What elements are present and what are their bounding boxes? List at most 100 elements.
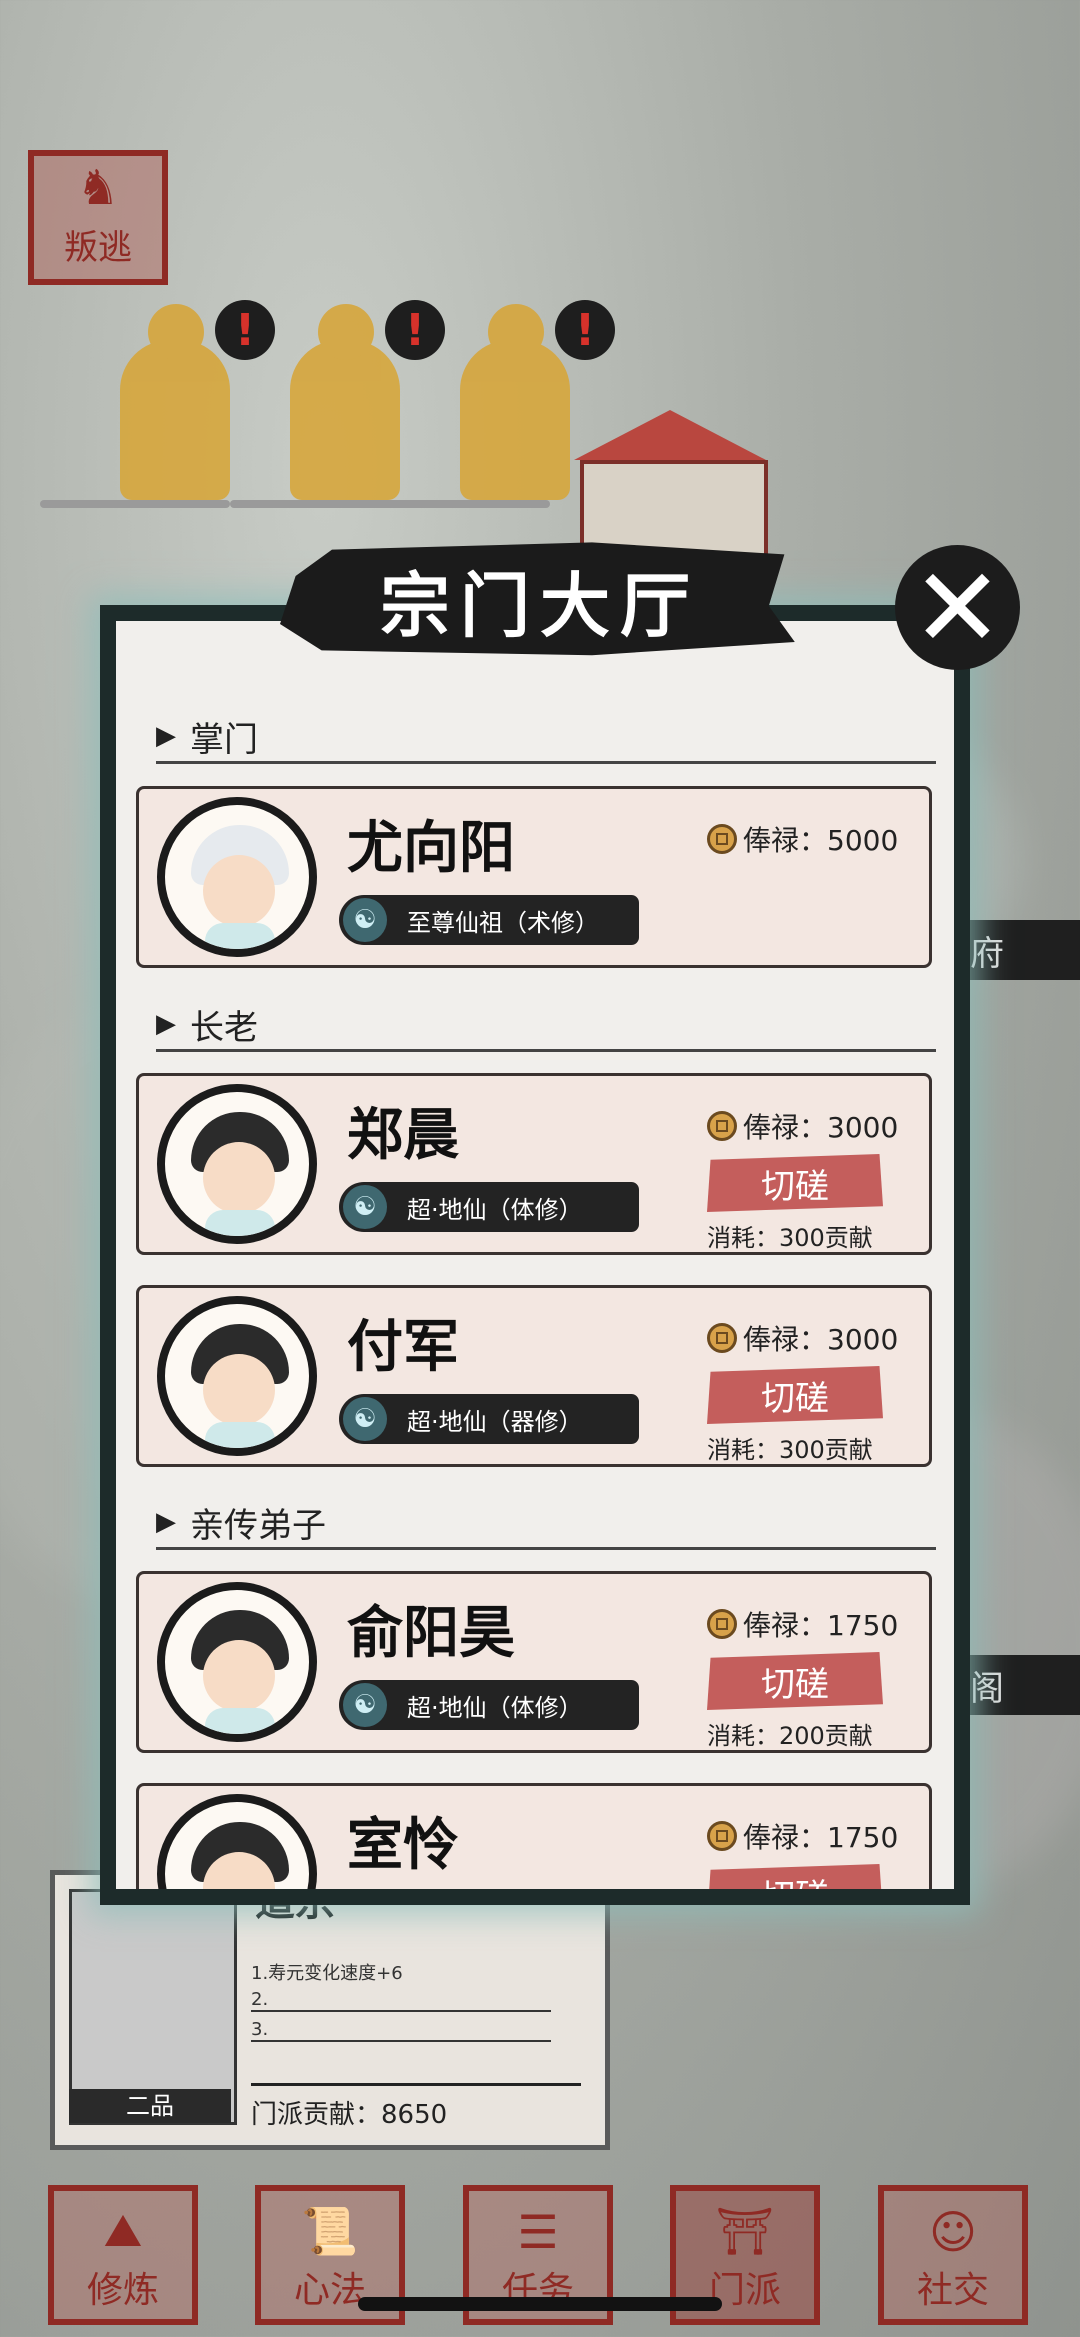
member-name: 郑晨 — [347, 1103, 459, 1168]
coin-icon — [707, 1821, 737, 1851]
avatar-body — [205, 1708, 275, 1734]
close-icon: ✕ — [911, 543, 1004, 672]
sword-decoration — [400, 500, 550, 508]
spar-button[interactable]: 切磋 — [707, 1366, 883, 1424]
realm-badge: ☯ 超·地仙（体修） — [339, 1182, 639, 1232]
salary: 俸禄：3000 — [707, 1106, 898, 1146]
defect-label: 叛逃 — [64, 228, 132, 268]
member-name: 付军 — [347, 1315, 459, 1380]
avatar-body — [205, 923, 275, 949]
meditation-icon: ☯ — [343, 1397, 387, 1441]
scroll-icon: 📜 — [301, 2204, 359, 2258]
member-card[interactable]: 付军 ☯ 超·地仙（器修） 俸禄：3000 切磋 消耗：300贡献 — [136, 1285, 932, 1467]
salary: 俸禄：1750 — [707, 1604, 898, 1644]
avatar-face — [203, 1142, 275, 1214]
sect-bonus-line: 2. — [251, 1989, 551, 2012]
defect-button[interactable]: ♞ 叛逃 — [28, 150, 168, 285]
salary: 俸禄：5000 — [707, 819, 898, 859]
member-card[interactable]: 俞阳昊 ☯ 超·地仙（体修） 俸禄：1750 切磋 消耗：200贡献 — [136, 1571, 932, 1753]
sect-grade: 二品 — [69, 2089, 231, 2123]
avatar-body — [205, 1210, 275, 1236]
spar-button[interactable]: 切磋 — [707, 1154, 883, 1212]
member-card[interactable]: 郑晨 ☯ 超·地仙（体修） 俸禄：3000 切磋 消耗：300贡献 — [136, 1073, 932, 1255]
alert-icon: ! — [385, 300, 445, 360]
sect-hall-modal: ▶ 掌门 尤向阳 ☯ 至尊仙祖（术修） 俸禄：5000 ▶ 长老 郑晨 ☯ 超·… — [100, 605, 970, 1905]
people-icon: ☺ — [929, 2205, 977, 2259]
section-header-elders: ▶ 长老 — [156, 999, 936, 1052]
gate-icon: ⛩ — [715, 2204, 775, 2258]
section-title: 亲传弟子 — [190, 1505, 326, 1546]
home-indicator[interactable] — [358, 2297, 722, 2311]
sword-decoration — [40, 500, 230, 508]
salary-label: 俸禄：1750 — [743, 1609, 899, 1642]
sect-contribution: 门派贡献：8650 — [251, 2083, 581, 2131]
coin-icon — [707, 1111, 737, 1141]
realm-badge: ☯ 超·地仙（体修） — [339, 1680, 639, 1730]
alert-icon: ! — [555, 300, 615, 360]
avatar-face — [203, 1640, 275, 1712]
salary: 俸禄：1750 — [707, 1816, 898, 1856]
section-title: 掌门 — [190, 719, 258, 760]
spar-button[interactable]: 切磋 — [707, 1652, 883, 1710]
modal-title-banner: 宗门大厅 — [280, 540, 800, 660]
member-list[interactable]: ▶ 掌门 尤向阳 ☯ 至尊仙祖（术修） 俸禄：5000 ▶ 长老 郑晨 ☯ 超·… — [116, 621, 954, 1889]
temple-roof — [574, 410, 766, 460]
section-title: 长老 — [190, 1007, 258, 1048]
meditation-icon: ☯ — [343, 1185, 387, 1229]
coin-icon — [707, 1609, 737, 1639]
realm-badge: ☯ 超·地仙（器修） — [339, 1394, 639, 1444]
spar-cost: 消耗：300贡献 — [707, 1436, 873, 1464]
avatar[interactable] — [157, 1084, 317, 1244]
spar-button[interactable]: 切磋 — [707, 1864, 883, 1889]
nav-social[interactable]: ☺ 社交 — [878, 2185, 1028, 2325]
modal-title: 宗门大厅 — [380, 563, 700, 647]
realm-badge: ☯ 至尊仙祖（术修） — [339, 895, 639, 945]
nav-label: 修炼 — [86, 2270, 159, 2311]
avatar-face — [203, 855, 275, 927]
member-card[interactable]: 室怜 俸禄：1750 切磋 — [136, 1783, 932, 1889]
avatar-body — [205, 1422, 275, 1448]
member-name: 室怜 — [347, 1813, 459, 1878]
runner-icon: ♞ — [76, 160, 120, 216]
triangle-icon: ▶ — [156, 1507, 176, 1537]
side-label-pavilion[interactable]: 阁 — [960, 1655, 1080, 1715]
nav-cultivate[interactable]: ⛰ 修炼 — [48, 2185, 198, 2325]
alert-icon: ! — [215, 300, 275, 360]
salary-label: 俸禄：5000 — [743, 824, 899, 857]
avatar[interactable] — [157, 1582, 317, 1742]
triangle-icon: ▶ — [156, 1009, 176, 1039]
meditation-icon: ☯ — [343, 1683, 387, 1727]
salary: 俸禄：3000 — [707, 1318, 898, 1358]
nav-label: 社交 — [916, 2270, 989, 2311]
avatar[interactable] — [157, 1794, 317, 1889]
sect-bonus-line: 3. — [251, 2019, 551, 2042]
sword-decoration — [230, 500, 420, 508]
silhouette-figure[interactable] — [290, 304, 400, 500]
realm-label: 超·地仙（器修） — [407, 1407, 583, 1436]
section-header-disciples: ▶ 亲传弟子 — [156, 1497, 936, 1550]
member-name: 尤向阳 — [347, 816, 515, 881]
realm-label: 超·地仙（体修） — [407, 1693, 583, 1722]
sect-info-panel: 二品 道宗 1.寿元变化速度+6 2. 3. 门派贡献：8650 — [50, 1870, 610, 2150]
avatar[interactable] — [157, 797, 317, 957]
realm-label: 超·地仙（体修） — [407, 1195, 583, 1224]
close-button[interactable]: ✕ — [895, 545, 1020, 670]
salary-label: 俸禄：3000 — [743, 1323, 899, 1356]
salary-label: 俸禄：3000 — [743, 1111, 899, 1144]
realm-label: 至尊仙祖（术修） — [407, 908, 599, 937]
meditation-icon: ☯ — [343, 898, 387, 942]
coin-icon — [707, 1323, 737, 1353]
mountain-icon: ⛰ — [103, 2203, 143, 2257]
sect-bonus-line: 1.寿元变化速度+6 — [251, 1963, 403, 1984]
silhouette-figure[interactable] — [120, 304, 230, 500]
member-name: 俞阳昊 — [347, 1601, 515, 1666]
spar-cost: 消耗：300贡献 — [707, 1224, 873, 1252]
member-silhouettes[interactable]: ! ! ! — [40, 300, 615, 530]
section-header-leader: ▶ 掌门 — [156, 711, 936, 764]
side-label-mansion[interactable]: 府 — [960, 920, 1080, 980]
avatar[interactable] — [157, 1296, 317, 1456]
book-icon: ☰ — [517, 2205, 559, 2259]
member-card[interactable]: 尤向阳 ☯ 至尊仙祖（术修） 俸禄：5000 — [136, 786, 932, 968]
coin-icon — [707, 824, 737, 854]
avatar-face — [203, 1354, 275, 1426]
